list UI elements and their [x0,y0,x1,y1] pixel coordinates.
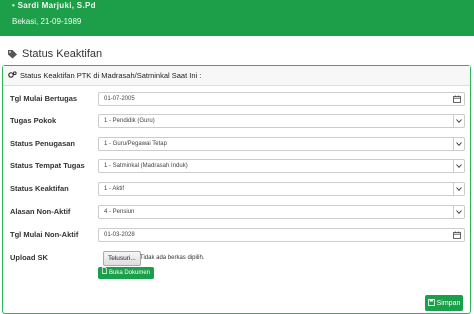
teacher-name: • Sardi Marjuki, S.Pd [12,1,96,10]
section-title-text: Status Keaktifan [22,48,103,60]
status-tempat-tugas-value: 1 - Satminkal (Madrasah Induk) [104,163,188,169]
label-tgl-mulai-bertugas: Tgl Mulai Bertugas [10,94,78,103]
teacher-birth-info: Bekasi, 21-09-1989 [12,17,82,26]
panel-header: Status Keaktifan PTK di Madrasah/Satmink… [3,66,470,86]
label-tgl-mulai-non-aktif: Tgl Mulai Non-Aktif [10,230,79,239]
tgl-mulai-bertugas-value: 01-07-2005 [104,96,135,102]
label-status-tempat-tugas: Status Tempat Tugas [10,161,85,170]
tgl-mulai-non-aktif-value: 01-03-2028 [104,232,135,238]
panel-title: Status Keaktifan PTK di Madrasah/Satmink… [20,71,202,80]
tugas-pokok-value: 1 - Pendidik (Guru) [104,118,155,124]
tgl-mulai-bertugas-input[interactable]: 01-07-2005 [98,92,465,106]
status-keaktifan-select[interactable]: 1 - Aktif [98,182,465,196]
browse-file-button[interactable]: Telusuri... [103,251,141,266]
open-document-label: Buka Dokumen [109,270,151,276]
save-button[interactable]: Simpan [425,295,463,311]
tugas-pokok-select[interactable]: 1 - Pendidik (Guru) [98,114,465,128]
row-status-keaktifan: Status Keaktifan 1 - Aktif [10,182,465,196]
save-icon [427,298,435,308]
tag-icon [7,49,18,59]
calendar-icon[interactable] [453,231,461,244]
row-upload-sk: Upload SK Telusuri... Tidak ada berkas d… [10,251,465,281]
chevron-down-icon[interactable] [453,114,464,128]
gears-icon [8,70,17,81]
label-upload-sk: Upload SK [10,253,48,262]
label-status-keaktifan: Status Keaktifan [10,184,69,193]
status-penugasan-select[interactable]: 1 - Guru/Pegawai Tetap [98,137,465,151]
open-document-button[interactable]: Buka Dokumen [98,267,155,279]
row-tgl-mulai-non-aktif: Tgl Mulai Non-Aktif 01-03-2028 [10,228,465,242]
status-tempat-tugas-select[interactable]: 1 - Satminkal (Madrasah Induk) [98,159,465,173]
document-icon [102,267,107,279]
alasan-non-aktif-value: 4 - Pensiun [104,209,135,215]
label-alasan-non-aktif: Alasan Non-Aktif [10,207,71,216]
label-tugas-pokok: Tugas Pokok [10,116,57,125]
chevron-down-icon[interactable] [453,159,464,173]
tgl-mulai-non-aktif-input[interactable]: 01-03-2028 [98,228,465,242]
save-label: Simpan [436,299,461,307]
chevron-down-icon[interactable] [453,205,464,219]
row-alasan-non-aktif: Alasan Non-Aktif 4 - Pensiun [10,205,465,219]
row-tgl-mulai-bertugas: Tgl Mulai Bertugas 01-07-2005 [10,92,465,106]
file-status-text: Tidak ada berkas dipilih. [140,255,205,261]
section-title: Status Keaktifan [7,48,102,60]
row-status-penugasan: Status Penugasan 1 - Guru/Pegawai Tetap [10,137,465,151]
alasan-non-aktif-select[interactable]: 4 - Pensiun [98,205,465,219]
calendar-icon[interactable] [453,95,461,108]
chevron-down-icon[interactable] [453,182,464,196]
status-penugasan-value: 1 - Guru/Pegawai Tetap [104,141,167,147]
row-status-tempat-tugas: Status Tempat Tugas 1 - Satminkal (Madra… [10,159,465,173]
chevron-down-icon[interactable] [453,137,464,151]
label-status-penugasan: Status Penugasan [10,139,76,148]
profile-banner: • Sardi Marjuki, S.Pd Bekasi, 21-09-1989 [0,0,474,36]
status-keaktifan-value: 1 - Aktif [104,186,125,192]
row-tugas-pokok: Tugas Pokok 1 - Pendidik (Guru) [10,114,465,128]
